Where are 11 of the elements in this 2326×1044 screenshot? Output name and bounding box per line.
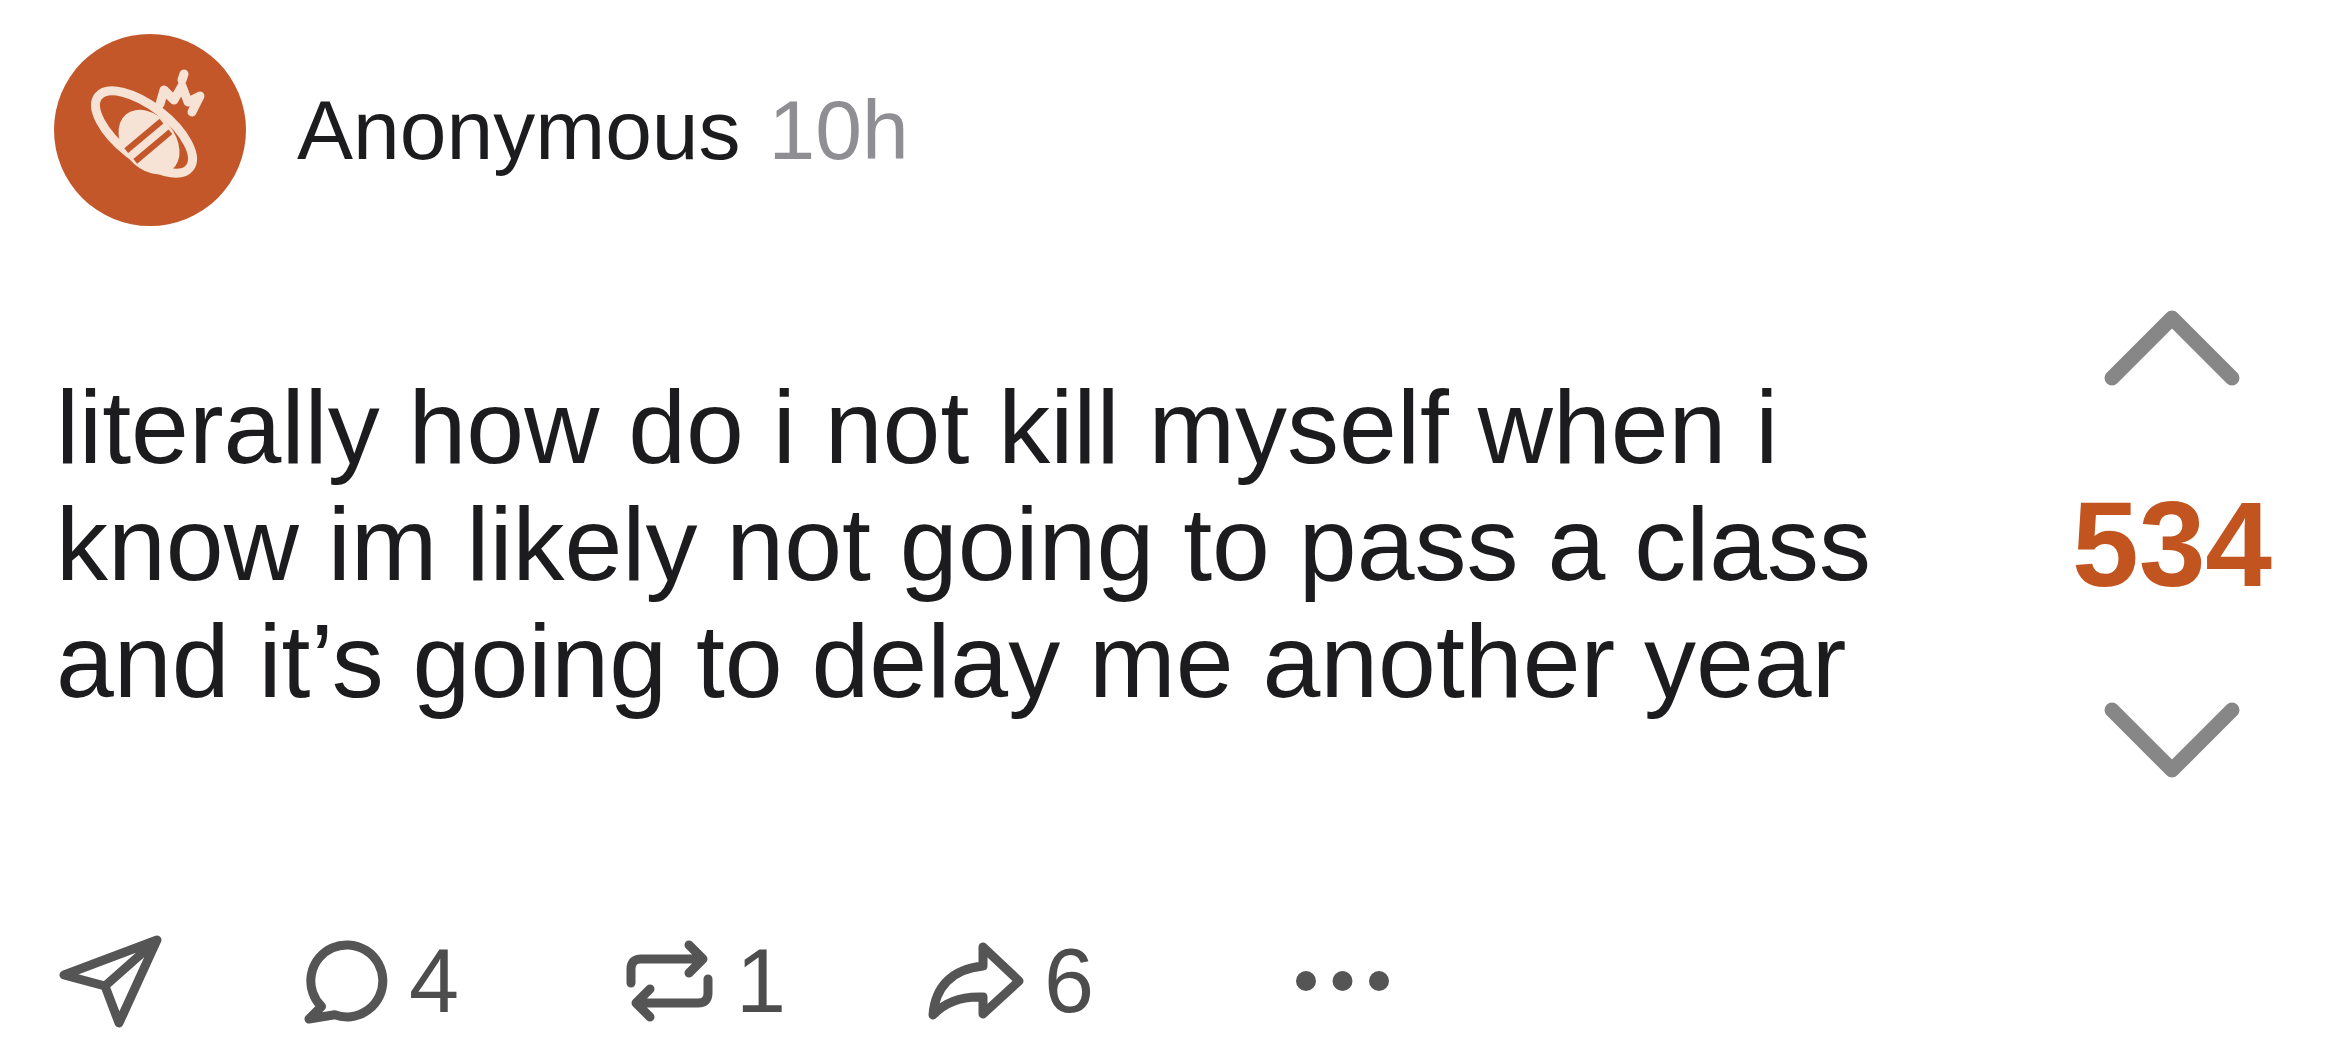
- bee-avatar-icon: [54, 34, 246, 226]
- repost-button[interactable]: 1: [623, 931, 787, 1031]
- author-name: Anonymous: [297, 82, 741, 179]
- more-icon[interactable]: [1295, 970, 1390, 992]
- send-icon[interactable]: [59, 934, 163, 1028]
- post-time: 10h: [768, 82, 909, 179]
- vote-count: 534: [2071, 484, 2273, 604]
- share-arrow-icon: [927, 941, 1024, 1021]
- comment-button[interactable]: 4: [301, 931, 460, 1031]
- post-text: literally how do i not kill myself when i know im likely not going to pass a class and it’s going to delay me another year: [56, 368, 1873, 720]
- share-button[interactable]: 6: [927, 931, 1095, 1031]
